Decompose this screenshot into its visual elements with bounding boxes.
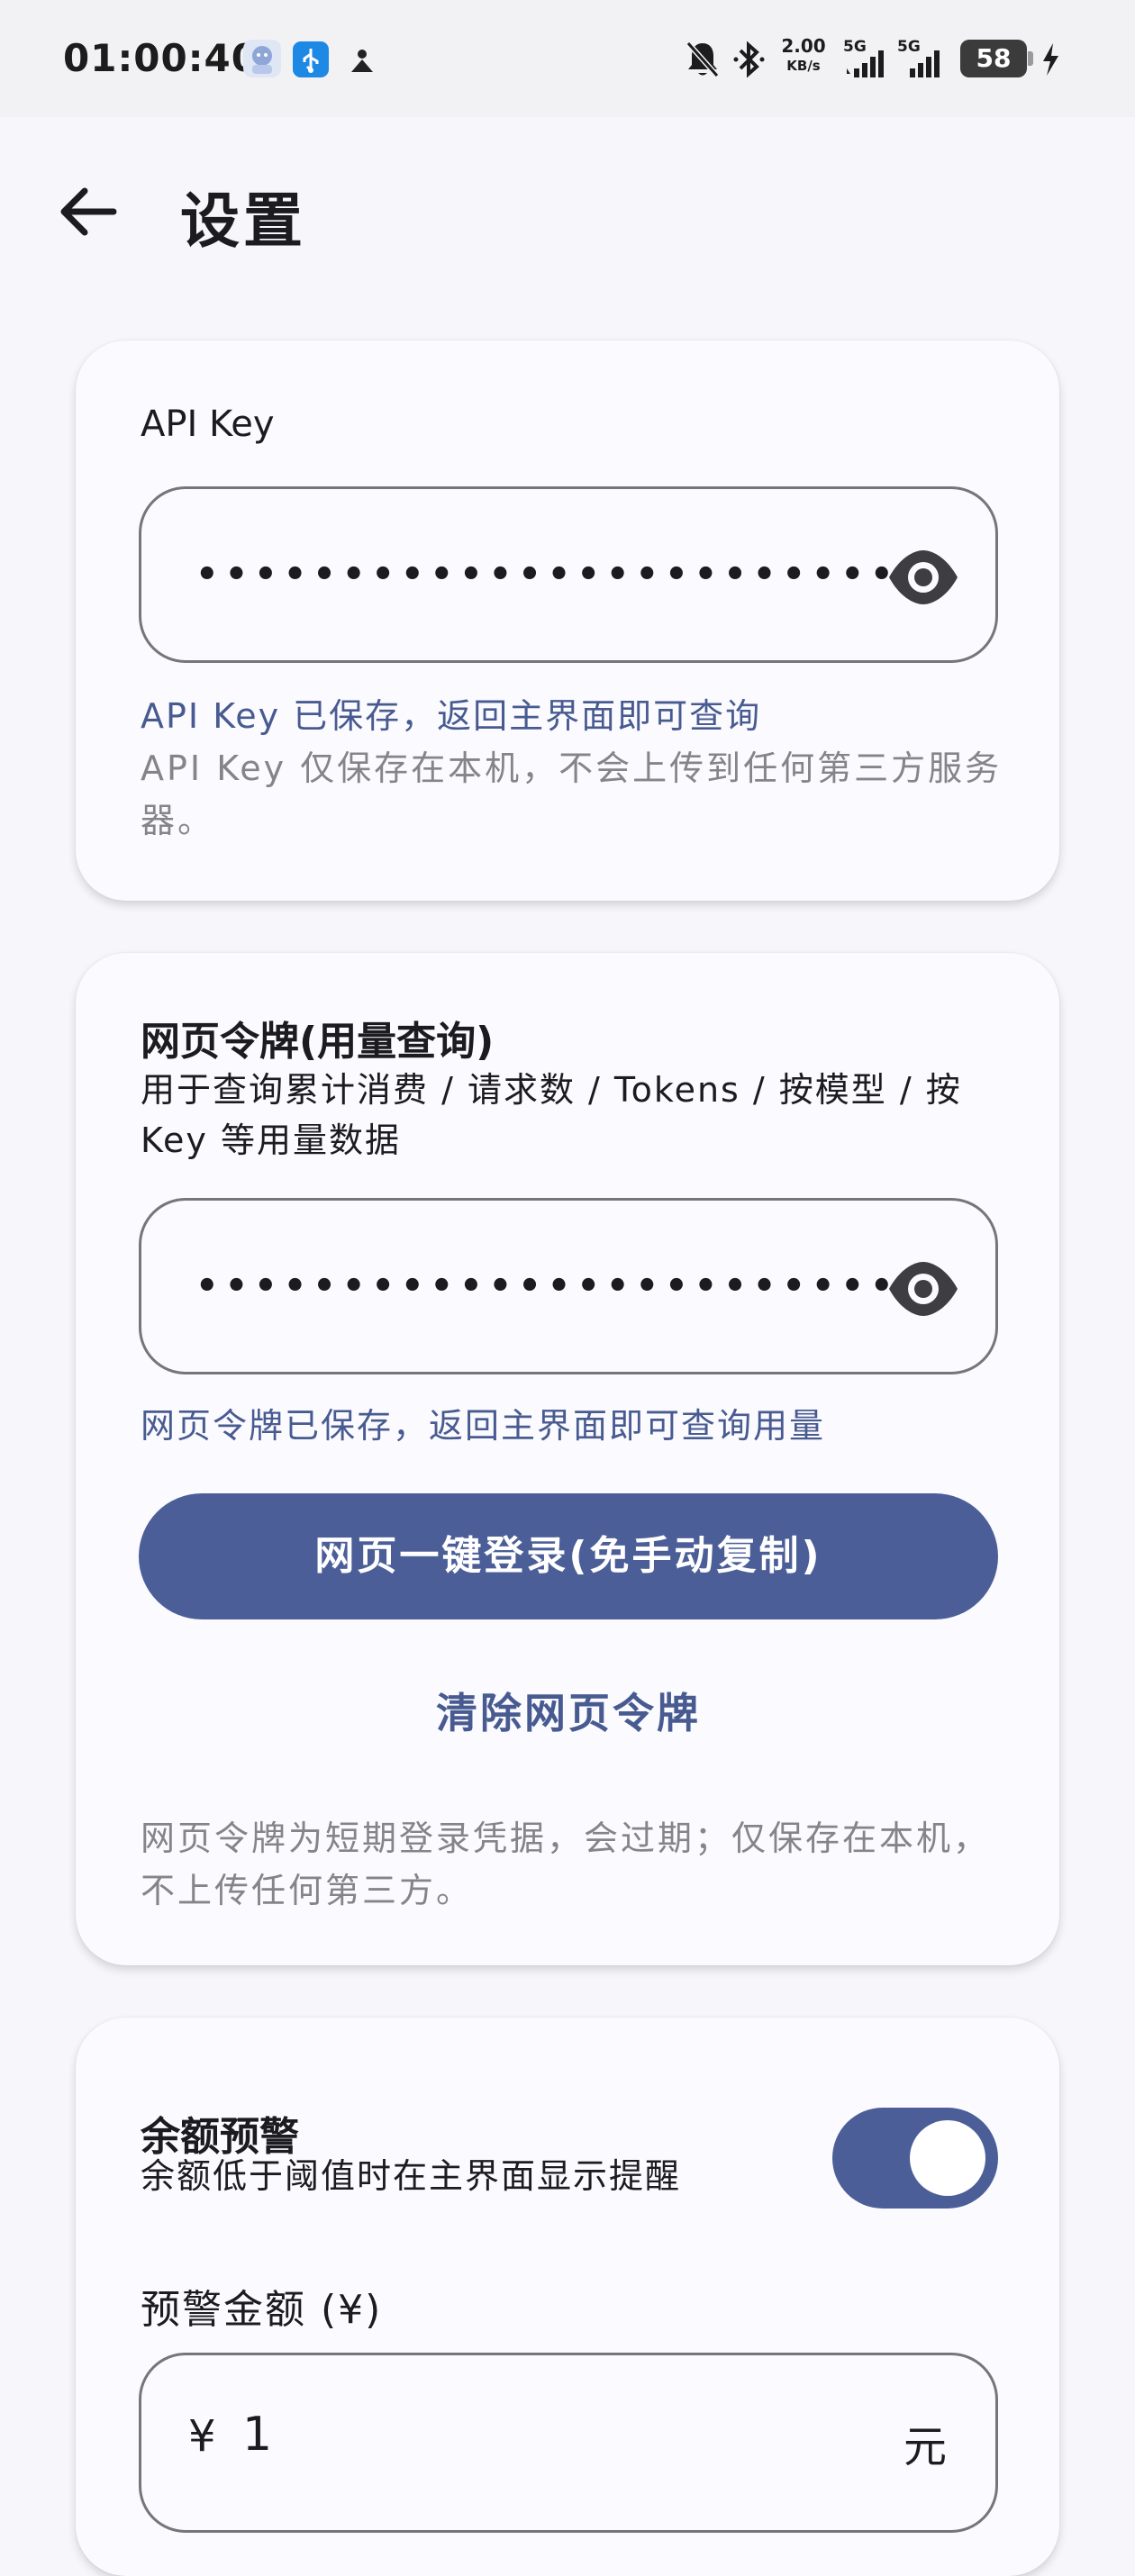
status-bar: 01:00:40 2.00 KB/s 5G 5G 58 <box>0 0 1135 117</box>
web-token-saved-message: 网页令牌已保存，返回主界面即可查询用量 <box>141 1406 826 1446</box>
back-button[interactable] <box>54 176 126 248</box>
amount-unit: 元 <box>903 2422 947 2472</box>
api-key-input[interactable]: •••••••••••••••••••••••• <box>139 486 998 663</box>
eye-icon <box>889 1262 958 1316</box>
usb-icon <box>293 41 329 77</box>
toggle-visibility-button[interactable] <box>887 541 959 613</box>
signal-icon <box>845 47 886 81</box>
api-key-label: API Key <box>141 404 275 445</box>
signal-icon-2 <box>901 47 942 81</box>
page-title: 设置 <box>180 186 306 256</box>
user-shield-icon <box>344 41 380 77</box>
web-token-value: •••••••••••••••••••••••• <box>195 1265 900 1307</box>
switch-knob <box>910 2120 985 2196</box>
status-time: 01:00:40 <box>63 36 259 80</box>
balance-alert-card: 余额预警 余额低于阈值时在主界面显示提醒 预警金额 (¥) ¥ 1 元 <box>76 2018 1059 2576</box>
web-token-card: 网页令牌(用量查询) 用于查询累计消费 / 请求数 / Tokens / 按模型… <box>76 953 1059 1965</box>
balance-alert-switch[interactable] <box>832 2108 998 2209</box>
alert-amount-input[interactable]: ¥ 1 元 <box>139 2353 998 2533</box>
net-speed: 2.00 KB/s <box>781 35 826 74</box>
battery-indicator: 58 <box>960 40 1033 77</box>
bluetooth-icon <box>731 40 767 83</box>
web-login-button[interactable]: 网页一键登录(免手动复制) <box>139 1493 998 1619</box>
web-token-note: 网页令牌为短期登录凭据，会过期；仅保存在本机，不上传任何第三方。 <box>141 1819 991 1910</box>
clear-token-button[interactable]: 清除网页令牌 <box>139 1668 998 1758</box>
balance-alert-description: 余额低于阈值时在主界面显示提醒 <box>141 2156 682 2196</box>
amount-value: 1 <box>242 2408 273 2462</box>
web-token-input[interactable]: •••••••••••••••••••••••• <box>139 1198 998 1374</box>
amount-label: 预警金额 (¥) <box>141 2287 383 2333</box>
app-notification-icon <box>243 40 281 77</box>
api-key-value: •••••••••••••••••••••••• <box>195 554 900 595</box>
api-key-card: API Key •••••••••••••••••••••••• API Key… <box>76 340 1059 901</box>
eye-icon <box>889 550 958 604</box>
bell-off-icon <box>685 40 721 83</box>
web-token-title: 网页令牌(用量查询) <box>141 1019 495 1065</box>
status-right-group: 2.00 KB/s 5G 5G 58 <box>685 32 1072 86</box>
api-key-saved-message: API Key 已保存，返回主界面即可查询 <box>141 696 762 736</box>
web-token-description: 用于查询累计消费 / 请求数 / Tokens / 按模型 / 按 Key 等用… <box>141 1070 962 1160</box>
charging-icon <box>1040 41 1061 81</box>
currency-prefix: ¥ <box>188 2411 216 2462</box>
arrow-left-icon <box>60 187 117 236</box>
toggle-visibility-button[interactable] <box>887 1253 959 1325</box>
api-key-privacy-note: API Key 仅保存在本机，不会上传到任何第三方服务器。 <box>141 748 1003 840</box>
